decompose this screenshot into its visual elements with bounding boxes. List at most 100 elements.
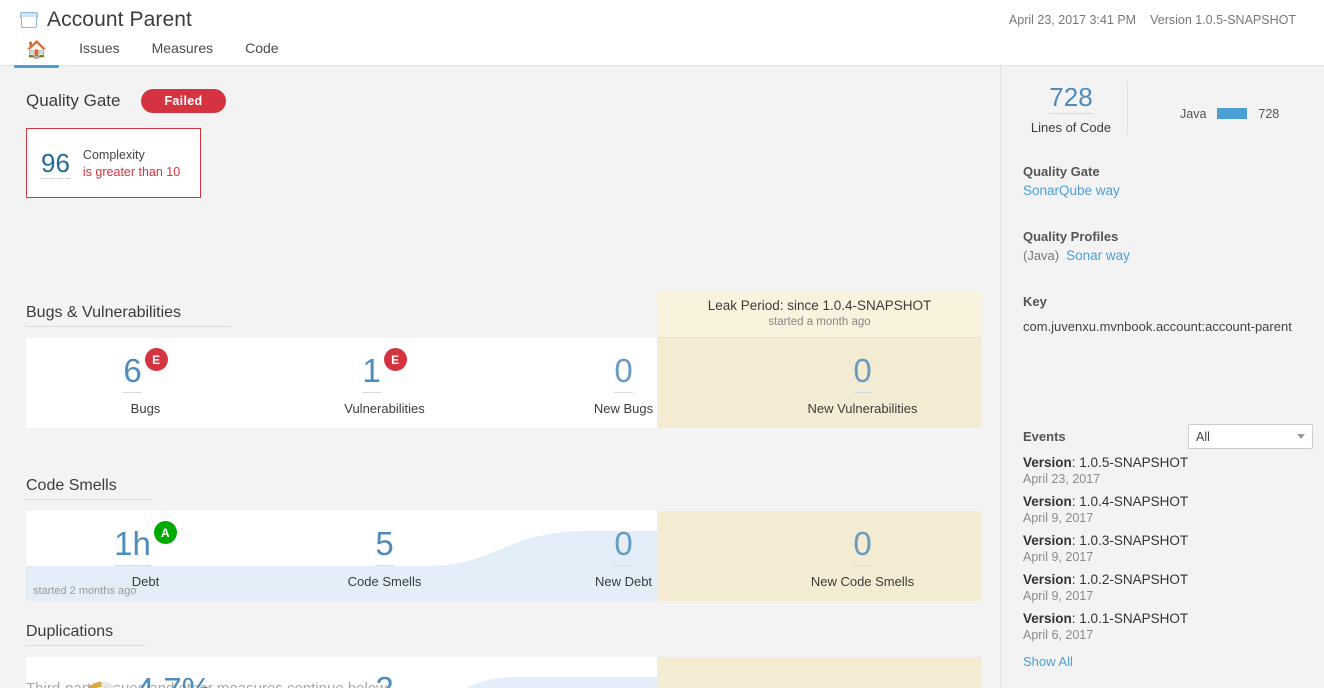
event-value: 1.0.4-SNAPSHOT [1079, 494, 1189, 509]
panel-duplications: 4.7% Duplications 2 Duplicated Blocks [26, 657, 982, 688]
tab-measures[interactable]: Measures [136, 36, 229, 68]
event-value: 1.0.1-SNAPSHOT [1079, 611, 1189, 626]
new-debt-value[interactable]: 0 [614, 523, 633, 566]
lines-of-code-measure: 728 Lines of Code [1023, 81, 1128, 135]
quality-profile-language: (Java) [1023, 248, 1060, 263]
sidebar-quality-profiles-heading: Quality Profiles [1023, 229, 1119, 244]
lines-of-code-value[interactable]: 728 [1049, 81, 1093, 114]
quality-profile-link[interactable]: Sonar way [1066, 248, 1130, 263]
lines-of-code-label: Lines of Code [1030, 120, 1112, 135]
dashboard-content: Quality Gate Failed 96 Complexity is gre… [0, 66, 1324, 688]
condition-value[interactable]: 96 [41, 148, 70, 179]
measure-duplicated-blocks: 2 Duplicated Blocks [265, 657, 504, 688]
tab-measures-label: Measures [151, 40, 214, 56]
language-bar [1217, 108, 1248, 119]
measure-new-vulnerabilities: 0 New Vulnerabilities [743, 338, 982, 428]
code-smells-value[interactable]: 5 [375, 523, 394, 566]
code-smells-started-note: started 2 months ago [33, 585, 137, 597]
events-list: Version: 1.0.5-SNAPSHOT April 23, 2017 V… [1023, 455, 1313, 671]
sidebar-quality-gate-heading: Quality Gate [1023, 164, 1100, 179]
new-code-smells-label[interactable]: New Code Smells [811, 574, 914, 589]
app-header: Account Parent April 23, 2017 3:41 PM Ve… [0, 0, 1324, 68]
new-vulnerabilities-value[interactable]: 0 [853, 350, 872, 393]
measure-new-code-smells: 0 New Code Smells [743, 511, 982, 601]
vulnerabilities-label[interactable]: Vulnerabilities [344, 401, 424, 416]
panel-bugs-vulnerabilities: 6 E Bugs 1 E Vulnerabilities 0 New Bugs … [26, 338, 982, 428]
main-column: Quality Gate Failed 96 Complexity is gre… [0, 66, 1000, 688]
sidebar-key: Key com.juvenxu.mvnbook.account:account-… [1023, 294, 1313, 334]
event-date: April 23, 2017 [1023, 472, 1101, 486]
sidebar-quality-profiles: Quality Profiles (Java) Sonar way [1023, 229, 1313, 263]
sidebar-key-value: com.juvenxu.mvnbook.account:account-pare… [1023, 319, 1292, 334]
new-bugs-value[interactable]: 0 [614, 350, 633, 393]
sidebar-quality-gate: Quality Gate SonarQube way [1023, 164, 1313, 198]
list-item: Version: 1.0.3-SNAPSHOT April 9, 2017 [1023, 533, 1313, 564]
quality-gate-condition-card: 96 Complexity is greater than 10 [26, 128, 201, 198]
quality-gate-header: Quality Gate Failed [26, 89, 227, 113]
section-title-bugs: Bugs & Vulnerabilities [26, 304, 231, 327]
event-date: April 9, 2017 [1023, 550, 1094, 564]
section-title-code-smells: Code Smells [26, 477, 151, 500]
debt-value[interactable]: 1h [114, 523, 151, 566]
analysis-date: April 23, 2017 3:41 PM [1008, 13, 1137, 27]
duplications-value[interactable]: 4.7% [136, 669, 211, 688]
duplications-new-code-value: — [734, 669, 754, 688]
condition-metric: Complexity [82, 147, 145, 162]
bugs-rating-badge[interactable]: E [144, 348, 168, 371]
event-type: Version [1023, 611, 1072, 626]
events-filter-select[interactable]: All [1188, 424, 1313, 449]
measure-duplications: 4.7% Duplications [26, 657, 265, 688]
panel-code-smells: started 2 months ago 1h A Debt 5 Code Sm [26, 511, 982, 601]
project-version: Version 1.0.5-SNAPSHOT [1150, 13, 1296, 27]
tab-code[interactable]: Code [229, 36, 294, 68]
tab-home[interactable]: 🏠 [10, 38, 63, 68]
duplicated-blocks-value[interactable]: 2 [375, 668, 393, 688]
event-date: April 9, 2017 [1023, 511, 1094, 525]
event-value: 1.0.3-SNAPSHOT [1079, 533, 1189, 548]
list-item: Version: 1.0.5-SNAPSHOT April 23, 2017 [1023, 455, 1313, 486]
measure-code-smells: 5 Code Smells [265, 511, 504, 601]
event-type: Version [1023, 455, 1072, 470]
vulnerabilities-value[interactable]: 1 [362, 350, 381, 393]
duplications-donut-chart [82, 681, 122, 688]
measure-duplications-new-code: — Duplications on New Code [504, 657, 982, 688]
event-date: April 9, 2017 [1023, 589, 1094, 603]
show-all-events-link[interactable]: Show All [1023, 654, 1073, 669]
event-type: Version [1023, 494, 1072, 509]
event-value: 1.0.5-SNAPSHOT [1079, 455, 1189, 470]
language-name: Java [1180, 106, 1207, 121]
new-debt-label[interactable]: New Debt [595, 574, 652, 589]
project-header: Account Parent [20, 8, 192, 32]
measure-bugs: 6 E Bugs [26, 338, 265, 428]
condition-operator: is greater than 10 [82, 164, 181, 179]
event-value: 1.0.2-SNAPSHOT [1079, 572, 1189, 587]
section-title-duplications: Duplications [26, 623, 146, 646]
list-item: Version: 1.0.2-SNAPSHOT April 9, 2017 [1023, 572, 1313, 603]
new-bugs-label[interactable]: New Bugs [594, 401, 653, 416]
leak-period-subtitle: started a month ago [768, 316, 871, 328]
language-value: 728 [1258, 106, 1280, 121]
bugs-label[interactable]: Bugs [131, 401, 161, 416]
code-smells-label[interactable]: Code Smells [348, 574, 422, 589]
package-icon [20, 12, 38, 28]
sidebar-quality-gate-link[interactable]: SonarQube way [1023, 183, 1313, 198]
quality-gate-title: Quality Gate [26, 91, 121, 110]
sidebar-events-heading: Events [1023, 429, 1066, 444]
sidebar-key-heading: Key [1023, 294, 1047, 309]
chevron-down-icon [1297, 434, 1305, 439]
status-badge: Failed [140, 89, 227, 113]
new-code-smells-value[interactable]: 0 [853, 523, 872, 566]
page-title: Account Parent [47, 8, 192, 31]
sonarqube-project-dashboard: Account Parent April 23, 2017 3:41 PM Ve… [0, 0, 1324, 688]
bugs-value[interactable]: 6 [123, 350, 142, 393]
debt-rating-badge[interactable]: A [153, 521, 177, 544]
tab-issues[interactable]: Issues [63, 36, 135, 68]
new-vulnerabilities-label[interactable]: New Vulnerabilities [807, 401, 917, 416]
sidebar: 728 Lines of Code Java 728 Quality Gate … [1000, 66, 1324, 688]
events-filter-value: All [1196, 429, 1210, 444]
header-meta: April 23, 2017 3:41 PM Version 1.0.5-SNA… [1009, 13, 1296, 27]
main-tabs: 🏠 Issues Measures Code [10, 36, 295, 68]
sidebar-events-header: Events All [1023, 424, 1313, 449]
vulnerabilities-rating-badge[interactable]: E [383, 348, 407, 371]
tab-code-label: Code [245, 40, 279, 56]
